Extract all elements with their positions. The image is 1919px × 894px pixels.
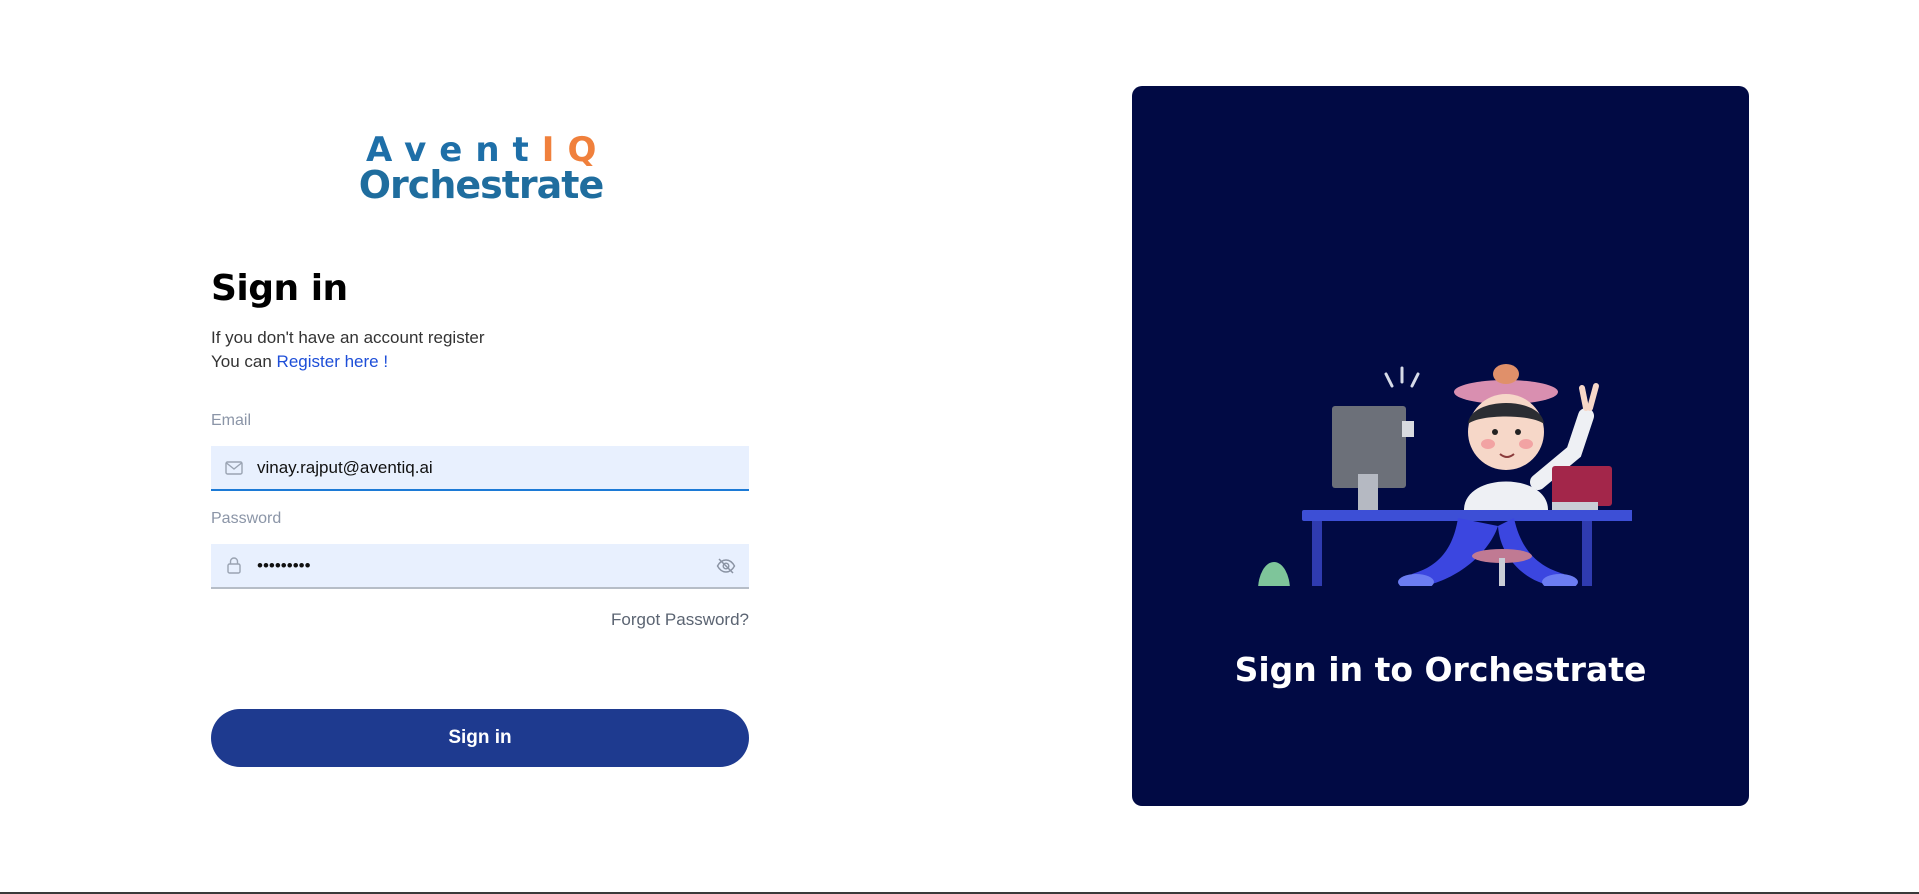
eye-off-icon[interactable] (703, 557, 749, 574)
panel-title: Sign in to Orchestrate (1234, 650, 1647, 689)
page-title: Sign in (211, 268, 348, 309)
mail-icon (211, 460, 257, 475)
email-input[interactable] (257, 446, 749, 489)
register-hint: If you don't have an account register (211, 328, 485, 347)
login-form-column: AventIQ Orchestrate Sign in If you don't… (211, 0, 749, 894)
password-field[interactable] (211, 544, 749, 589)
developer-at-desk-illustration (1258, 364, 1632, 586)
promo-panel: Sign in to Orchestrate (1132, 86, 1749, 806)
register-link[interactable]: Register here ! (277, 352, 389, 371)
password-label: Password (211, 510, 282, 527)
logo-orchestrate: Orchestrate (358, 163, 605, 207)
aventiq-orchestrate-logo: AventIQ Orchestrate (356, 132, 606, 206)
sign-in-button[interactable]: Sign in (211, 709, 749, 767)
email-label: Email (211, 412, 252, 429)
register-line: You can Register here ! (211, 352, 388, 372)
password-input[interactable] (257, 544, 703, 587)
forgot-password-link[interactable]: Forgot Password? (611, 610, 749, 630)
lock-icon (211, 557, 257, 574)
register-prefix: You can (211, 352, 277, 371)
email-field[interactable] (211, 446, 749, 491)
